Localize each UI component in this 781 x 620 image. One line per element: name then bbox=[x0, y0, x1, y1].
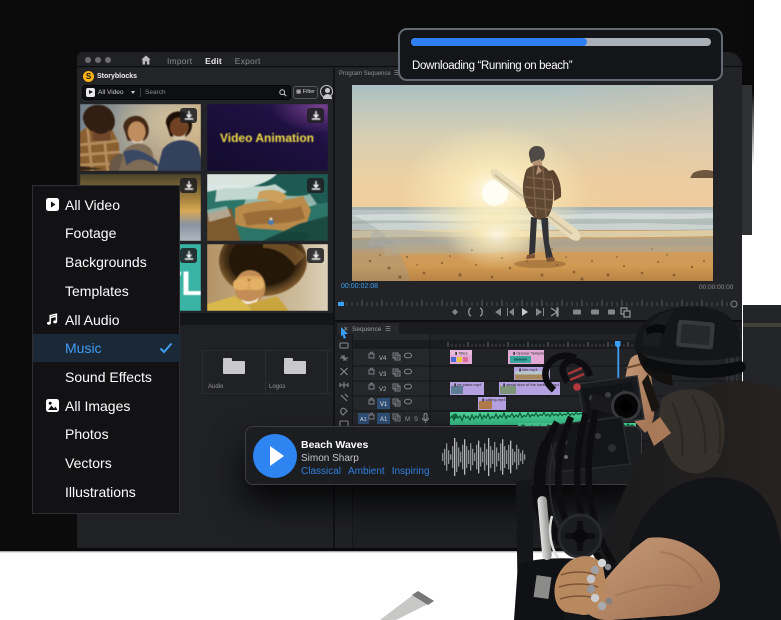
svg-text:Video Animation: Video Animation bbox=[220, 131, 314, 145]
